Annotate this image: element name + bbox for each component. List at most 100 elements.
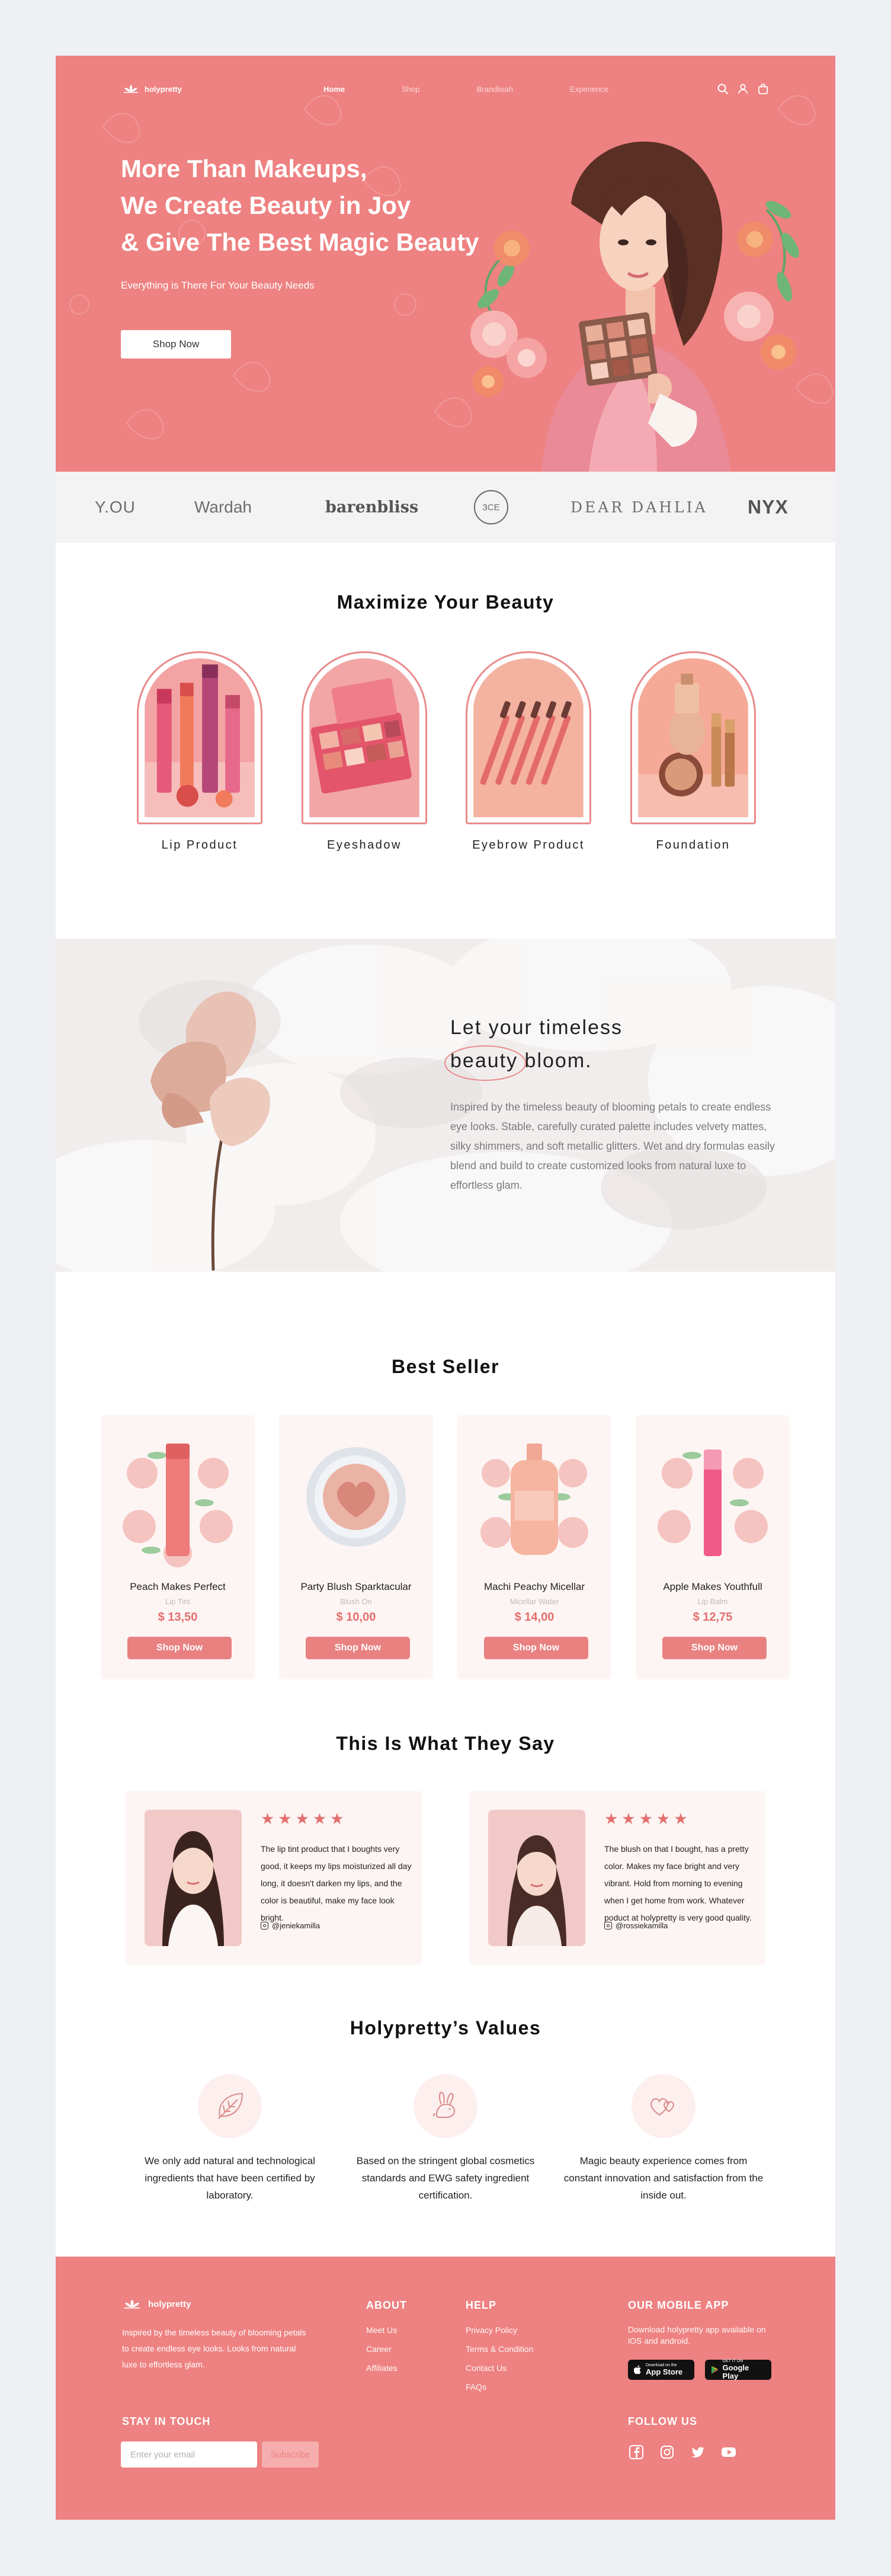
twitter-icon[interactable] bbox=[690, 2444, 706, 2460]
testimonial-handle[interactable]: @jeniekamilla bbox=[261, 1921, 320, 1930]
product-price: $ 12,75 bbox=[693, 1611, 733, 1624]
search-icon[interactable] bbox=[717, 83, 729, 95]
product-card[interactable]: Peach Makes Perfect Lip Tint $ 13,50 Sho… bbox=[101, 1415, 255, 1679]
footer-app-title: OUR MOBILE APP bbox=[628, 2299, 729, 2311]
email-input[interactable] bbox=[121, 2441, 257, 2468]
footer-about-title: ABOUT bbox=[366, 2299, 407, 2311]
product-price: $ 13,50 bbox=[158, 1611, 198, 1624]
shop-now-button[interactable]: Shop Now bbox=[484, 1637, 588, 1659]
footer-follow-title: FOLLOW US bbox=[628, 2415, 697, 2427]
product-card[interactable]: Machi Peachy Micellar Micellar Water $ 1… bbox=[457, 1415, 611, 1679]
google-play-icon bbox=[711, 2366, 718, 2374]
google-play-button[interactable]: GET IT ON Google Play bbox=[705, 2359, 771, 2380]
footer-logo[interactable]: holypretty bbox=[122, 2298, 191, 2310]
instagram-icon bbox=[261, 1922, 268, 1929]
nav-icons bbox=[717, 83, 769, 95]
value-text: Based on the stringent global cosmetics … bbox=[356, 2155, 535, 2201]
testimonial-photo bbox=[145, 1810, 242, 1946]
value-item: Magic beauty experience comes from const… bbox=[563, 2074, 764, 2204]
product-card[interactable]: Party Blush Sparktacular Blush On $ 10,0… bbox=[279, 1415, 433, 1679]
nav-link-brandlisah[interactable]: Brandlisah bbox=[477, 85, 513, 94]
product-name: Peach Makes Perfect bbox=[130, 1581, 226, 1592]
leaf-icon bbox=[218, 2092, 243, 2119]
lotus-logo-icon bbox=[124, 2299, 140, 2309]
footer-logo-text: holypretty bbox=[148, 2299, 191, 2309]
categories-title: Maximize Your Beauty bbox=[336, 591, 555, 613]
brand-logo-barenbliss[interactable]: barenbliss bbox=[325, 498, 418, 517]
youtube-icon[interactable] bbox=[720, 2444, 737, 2460]
subscribe-button[interactable]: Subscribe bbox=[262, 2441, 319, 2468]
category-eyeshadow[interactable]: Eyeshadow bbox=[302, 651, 427, 852]
app-store-button[interactable]: Download on the App Store bbox=[628, 2360, 694, 2380]
testimonial-photo bbox=[488, 1810, 585, 1946]
eyebrow-products-image bbox=[473, 658, 584, 817]
testimonial-card: ★★★★★ The lip tint product that I bought… bbox=[126, 1791, 422, 1965]
category-label: Eyeshadow bbox=[327, 839, 402, 852]
product-name: Party Blush Sparktacular bbox=[300, 1581, 412, 1592]
top-nav: holypretty Home Shop Brandlisah Experien… bbox=[122, 79, 769, 98]
footer-stay-title: STAY IN TOUCH bbox=[122, 2415, 211, 2427]
footer-link-privacy[interactable]: Privacy Policy bbox=[466, 2325, 517, 2335]
flower-cluster-left bbox=[470, 231, 547, 397]
bloom-title-line2: beauty bloom. bbox=[444, 1044, 623, 1081]
apple-icon bbox=[634, 2365, 641, 2375]
hero-title-line: We Create Beauty in Joy bbox=[121, 191, 411, 219]
category-label: Eyebrow Product bbox=[472, 839, 585, 852]
nav-link-home[interactable]: Home bbox=[323, 85, 345, 94]
page: holypretty Home Shop Brandlisah Experien… bbox=[56, 56, 835, 2520]
category-frame bbox=[302, 651, 427, 824]
brand-logo-dear-dahlia[interactable]: DEAR DAHLIA bbox=[571, 499, 708, 516]
nav-link-shop[interactable]: Shop bbox=[402, 85, 419, 94]
facebook-icon[interactable] bbox=[628, 2444, 645, 2460]
product-type: Blush On bbox=[340, 1597, 372, 1606]
rabbit-icon bbox=[432, 2091, 456, 2118]
shop-now-button[interactable]: Shop Now bbox=[306, 1637, 410, 1659]
footer-link-contact[interactable]: Contact Us bbox=[466, 2363, 507, 2373]
rating-stars: ★★★★★ bbox=[261, 1810, 348, 1828]
footer-link-meet-us[interactable]: Meet Us bbox=[366, 2325, 397, 2335]
footer-description: Inspired by the timeless beauty of bloom… bbox=[122, 2328, 306, 2369]
testimonial-card: ★★★★★ The blush on that I bought, has a … bbox=[469, 1791, 765, 1965]
bloom-description: Inspired by the timeless beauty of bloom… bbox=[450, 1101, 775, 1191]
shop-now-button[interactable]: Shop Now bbox=[662, 1637, 767, 1659]
footer-link-faqs[interactable]: FAQs bbox=[466, 2382, 486, 2392]
category-eyebrow-product[interactable]: Eyebrow Product bbox=[466, 651, 591, 852]
app-store-label: App Store bbox=[646, 2367, 683, 2376]
testimonial-handle[interactable]: @rossiekamilla bbox=[604, 1921, 668, 1930]
bloom-title-rest: bloom. bbox=[518, 1049, 592, 1072]
bloom-banner: Let your timeless beauty bloom. Inspired… bbox=[56, 939, 835, 1272]
value-item: We only add natural and technological in… bbox=[129, 2074, 331, 2204]
instagram-icon[interactable] bbox=[659, 2444, 675, 2460]
footer-link-affiliates[interactable]: Affiliates bbox=[366, 2363, 398, 2373]
footer-app-description: Download holypretty app available on iOS… bbox=[628, 2325, 766, 2345]
product-image-lip-tint bbox=[123, 1444, 233, 1567]
brand-logo-wardah[interactable]: Wardah bbox=[194, 498, 252, 517]
flower-cluster-right bbox=[724, 201, 799, 370]
brand-strip: Y.OU Wardah barenbliss 3CE DEAR DAHLIA N… bbox=[56, 472, 835, 543]
lip-products-image bbox=[145, 658, 255, 817]
foundation-image bbox=[638, 658, 748, 817]
product-name: Machi Peachy Micellar bbox=[483, 1581, 585, 1592]
testimonials-title: This Is What They Say bbox=[336, 1733, 555, 1754]
shopping-bag-icon[interactable] bbox=[757, 83, 769, 95]
nav-link-experience[interactable]: Experience bbox=[570, 85, 608, 94]
user-icon[interactable] bbox=[737, 83, 749, 95]
brand-logo-3ce[interactable]: 3CE bbox=[474, 490, 508, 524]
value-icon-circle bbox=[414, 2074, 477, 2138]
product-card[interactable]: Apple Makes Youthfull Lip Balm $ 12,75 S… bbox=[636, 1415, 790, 1679]
hero-shop-now-button[interactable]: Shop Now bbox=[121, 330, 231, 359]
nav-logo[interactable]: holypretty bbox=[122, 84, 182, 94]
category-foundation[interactable]: Foundation bbox=[630, 651, 756, 852]
instagram-icon bbox=[604, 1922, 612, 1929]
best-seller-title: Best Seller bbox=[392, 1356, 499, 1377]
app-store-text: Download on the App Store bbox=[646, 2363, 682, 2376]
brand-logo-you[interactable]: Y.OU bbox=[95, 498, 136, 517]
avatar bbox=[488, 1810, 585, 1946]
footer-link-terms[interactable]: Terms & Condition bbox=[466, 2344, 533, 2354]
product-type: Micellar Water bbox=[509, 1597, 559, 1606]
footer-link-career[interactable]: Career bbox=[366, 2344, 392, 2354]
brand-logo-nyx[interactable]: NYX bbox=[748, 497, 789, 519]
hero-title: More Than Makeups, We Create Beauty in J… bbox=[121, 151, 479, 261]
category-lip-product[interactable]: Lip Product bbox=[137, 651, 262, 852]
shop-now-button[interactable]: Shop Now bbox=[127, 1637, 232, 1659]
